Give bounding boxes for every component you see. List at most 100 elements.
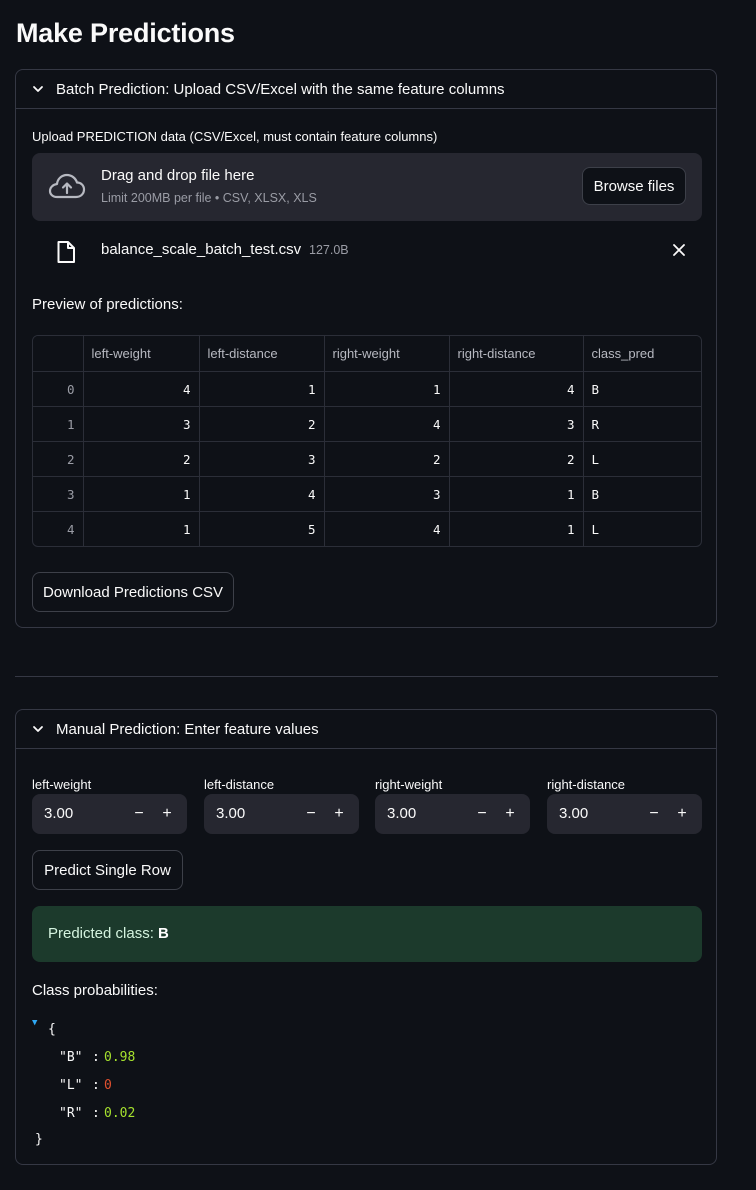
table-cell: 3 (83, 406, 200, 442)
cloud-upload-icon (48, 173, 86, 206)
row-index: 4 (33, 511, 84, 546)
right-weight-value[interactable]: 3.00 (387, 805, 416, 822)
decrement-button[interactable]: − (470, 802, 494, 826)
result-prefix: Predicted class: (48, 925, 159, 942)
manual-expander-title: Manual Prediction: Enter feature values (56, 720, 319, 738)
table-row: 4 1 5 4 1 L (33, 511, 701, 546)
table-cell: 2 (199, 406, 325, 442)
table-cell: 3 (199, 441, 325, 477)
increment-button[interactable]: + (670, 802, 694, 826)
left-distance-stepper[interactable]: 3.00 − + (204, 794, 359, 834)
manual-expander-header[interactable]: Manual Prediction: Enter feature values (16, 710, 716, 749)
dropzone-title: Drag and drop file here (101, 167, 255, 184)
increment-button[interactable]: + (155, 802, 179, 826)
field-label-left-distance: left-distance (204, 777, 275, 792)
json-key: "B" (59, 1050, 83, 1065)
table-cell: 1 (449, 511, 584, 546)
column-header: right-distance (449, 336, 584, 372)
table-cell: 1 (83, 511, 200, 546)
file-icon (56, 240, 76, 269)
json-key: "L" (59, 1078, 83, 1093)
json-value: 0 (104, 1078, 112, 1093)
field-label-right-distance: right-distance (547, 777, 626, 792)
close-icon[interactable] (672, 243, 686, 262)
batch-expander: Batch Prediction: Upload CSV/Excel with … (15, 69, 717, 628)
table-cell: 5 (199, 511, 325, 546)
json-value: 0.02 (104, 1106, 136, 1121)
browse-files-button[interactable]: Browse files (582, 167, 686, 205)
batch-expander-title: Batch Prediction: Upload CSV/Excel with … (56, 80, 505, 98)
file-dropzone[interactable]: Drag and drop file here Limit 200MB per … (32, 153, 702, 221)
predict-single-row-button[interactable]: Predict Single Row (32, 850, 183, 890)
table-cell: 2 (449, 441, 584, 477)
chevron-down-icon (32, 723, 44, 735)
column-header: right-weight (324, 336, 450, 372)
field-label-left-weight: left-weight (32, 777, 92, 792)
right-distance-stepper[interactable]: 3.00 − + (547, 794, 702, 834)
field-label-right-weight: right-weight (375, 777, 443, 792)
right-distance-value[interactable]: 3.00 (559, 805, 588, 822)
left-weight-value[interactable]: 3.00 (44, 805, 73, 822)
table-cell: 4 (324, 406, 450, 442)
table-cell: 4 (199, 476, 325, 512)
table-cell: 2 (324, 441, 450, 477)
row-index: 1 (33, 406, 84, 442)
column-header: class_pred (583, 336, 701, 372)
json-colon: : (92, 1078, 100, 1093)
collapse-triangle-icon[interactable]: ▼ (32, 1018, 37, 1028)
table-cell: B (583, 476, 701, 512)
json-close-brace: } (35, 1132, 43, 1147)
column-header: left-distance (199, 336, 325, 372)
row-index: 3 (33, 476, 84, 512)
table-cell: L (583, 441, 701, 477)
batch-expander-header[interactable]: Batch Prediction: Upload CSV/Excel with … (16, 70, 716, 109)
preview-label: Preview of predictions: (32, 296, 183, 313)
uploaded-file: balance_scale_batch_test.csv 127.0B (32, 238, 702, 266)
page-title: Make Predictions (16, 18, 235, 48)
manual-expander: Manual Prediction: Enter feature values … (15, 709, 717, 1165)
predictions-table[interactable]: left-weight left-distance right-weight r… (32, 335, 702, 547)
table-cell: 4 (83, 371, 200, 407)
table-row: 2 2 3 2 2 L (33, 441, 701, 477)
increment-button[interactable]: + (327, 802, 351, 826)
decrement-button[interactable]: − (299, 802, 323, 826)
left-distance-value[interactable]: 3.00 (216, 805, 245, 822)
upload-label: Upload PREDICTION data (CSV/Excel, must … (32, 129, 438, 144)
table-row: 0 4 1 1 4 B (33, 371, 701, 407)
table-row: 3 1 4 3 1 B (33, 476, 701, 512)
decrement-button[interactable]: − (642, 802, 666, 826)
section-divider (15, 676, 718, 677)
page: Make Predictions Batch Prediction: Uploa… (0, 0, 756, 1190)
json-open-brace: { (48, 1022, 56, 1037)
result-class: B (158, 925, 169, 942)
increment-button[interactable]: + (498, 802, 522, 826)
row-index: 2 (33, 441, 84, 477)
table-cell: 2 (83, 441, 200, 477)
table-row: 1 3 2 4 3 R (33, 406, 701, 442)
table-cell: L (591, 521, 600, 537)
table-cell: 1 (449, 476, 584, 512)
column-header-index (33, 336, 84, 372)
download-predictions-button[interactable]: Download Predictions CSV (32, 572, 234, 612)
decrement-button[interactable]: − (127, 802, 151, 826)
prediction-result-alert: Predicted class: B (32, 906, 702, 962)
json-key: "R" (59, 1106, 83, 1121)
class-probabilities-label: Class probabilities: (32, 982, 158, 999)
dropzone-limit: Limit 200MB per file • CSV, XLSX, XLS (101, 191, 317, 205)
prediction-result-text: Predicted class: B (48, 925, 169, 942)
file-size: 127.0B (309, 243, 349, 257)
json-colon: : (92, 1106, 100, 1121)
json-colon: : (92, 1050, 100, 1065)
json-value: 0.98 (104, 1050, 136, 1065)
right-weight-stepper[interactable]: 3.00 − + (375, 794, 530, 834)
table-cell: 3 (449, 406, 584, 442)
left-weight-stepper[interactable]: 3.00 − + (32, 794, 187, 834)
table-cell: 4 (449, 371, 584, 407)
chevron-down-icon (32, 83, 44, 95)
table-cell: 1 (83, 476, 200, 512)
row-index: 0 (33, 371, 84, 407)
file-name: balance_scale_batch_test.csv (101, 241, 302, 258)
column-header: left-weight (83, 336, 200, 372)
table-cell: 1 (199, 371, 325, 407)
table-cell: 3 (324, 476, 450, 512)
